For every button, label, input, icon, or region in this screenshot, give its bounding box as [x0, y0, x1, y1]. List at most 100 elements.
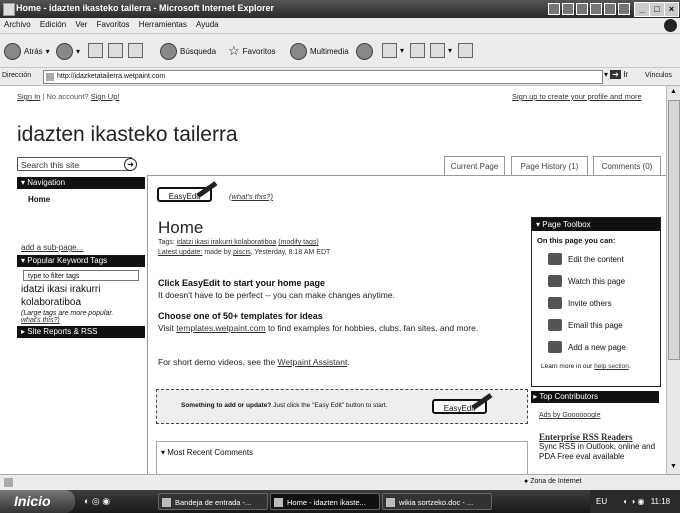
discuss-button[interactable] [458, 43, 473, 58]
forward-arrow-icon [56, 43, 73, 60]
site-reports-header[interactable]: ▸ Site Reports & RSS [17, 326, 145, 338]
menu-ver[interactable]: Ver [75, 20, 87, 29]
refresh-button[interactable] [108, 43, 123, 58]
create-profile-link[interactable]: Sign up to create your profile and more [512, 92, 642, 101]
templates-link[interactable]: templates.wetpaint.com [176, 323, 265, 333]
menu-ayuda[interactable]: Ayuda [196, 20, 219, 29]
tab-page-history[interactable]: Page History (1) [511, 156, 588, 176]
sidebar-item-home[interactable]: Home [17, 189, 145, 215]
address-input[interactable]: http://idazketatailerra.wetpaint.com [43, 70, 603, 84]
menu-favoritos[interactable]: Favoritos [97, 20, 130, 29]
links-button[interactable]: Vínculos [645, 72, 672, 79]
security-zone: ● Zona de Internet [524, 478, 582, 485]
navigation-header[interactable]: ▾ Navigation [17, 177, 145, 189]
edit-content-item[interactable]: Edit the content [532, 248, 660, 270]
title-bar: Home - idazten ikasteko tailerra - Micro… [0, 0, 680, 18]
intro-heading: Click EasyEdit to start your home page [158, 278, 326, 288]
home-button[interactable] [128, 43, 143, 58]
tab-current-page[interactable]: Current Page [444, 156, 505, 176]
system-tray: EU ◐ ◑ ◉ 11:18 [590, 490, 680, 513]
multimedia-icon [290, 43, 307, 60]
task-word-doc[interactable]: wikia sortzeko.doc - ... [382, 493, 492, 510]
whats-this-link[interactable]: (what's this?) [229, 192, 273, 201]
toolbar-icon[interactable] [548, 3, 560, 15]
watch-page-item[interactable]: Watch this page [532, 270, 660, 292]
browser-toolbar: Atrás ▾ ▾ Búsqueda ☆ Favoritos Multimedia … [0, 34, 680, 68]
vertical-scrollbar[interactable]: ▲ ▼ [666, 86, 680, 474]
modify-tags-link[interactable]: (modify tags) [278, 239, 318, 246]
no-account-text: | No account? [42, 92, 89, 101]
multimedia-button[interactable]: Multimedia [290, 43, 349, 60]
maximize-button[interactable]: □ [649, 2, 665, 17]
menu-herramientas[interactable]: Herramientas [139, 20, 187, 29]
stop-button[interactable] [88, 43, 103, 58]
toolbar-icon[interactable] [576, 3, 588, 15]
callout-text: Something to add or update? Just click t… [181, 402, 388, 409]
ads-by-link[interactable]: Ads by Goooooogle [539, 412, 601, 419]
learn-more: Learn more in our help section. [541, 363, 631, 370]
invite-others-item[interactable]: Invite others [532, 292, 660, 314]
recent-comments-panel: ▾ Most Recent Comments [156, 441, 528, 474]
search-icon [160, 43, 177, 60]
top-contributors-header[interactable]: ▸ Top Contributors [531, 391, 659, 403]
word-icon [386, 498, 395, 507]
go-button[interactable]: ▾ ➔ Ir [604, 70, 628, 79]
clock: 11:18 [650, 497, 671, 506]
back-button[interactable]: Atrás ▾ [4, 43, 50, 60]
task-inbox[interactable]: Bandeja de entrada -... [158, 493, 268, 510]
page-tags: Tags: idatzi ikasi irakurri kolaboratibo… [158, 239, 319, 246]
start-button[interactable]: Inicio [0, 490, 75, 513]
task-browser[interactable]: Home - idazten ikaste... [270, 493, 380, 510]
help-section-link[interactable]: help section [594, 363, 629, 370]
minimize-button[interactable]: _ [634, 2, 650, 17]
globe-icon: ● [524, 478, 529, 485]
tab-comments[interactable]: Comments (0) [593, 156, 661, 176]
favorites-button[interactable]: ☆ Favoritos [228, 43, 276, 59]
edit-icon [430, 43, 445, 58]
tag-links[interactable]: idatzi ikasi irakurri kolaboratiboa [177, 239, 277, 246]
add-sub-page-link[interactable]: add a sub-page... [17, 215, 145, 252]
edit-button[interactable]: ▾ [430, 43, 452, 58]
sign-in-link[interactable]: Sign In [17, 92, 40, 101]
toolbar-icon[interactable] [604, 3, 616, 15]
scroll-thumb[interactable] [668, 100, 680, 360]
outlook-icon [162, 498, 171, 507]
site-search-input[interactable]: Search this site [17, 157, 132, 171]
sign-up-link[interactable]: Sign Up! [91, 92, 120, 101]
window-title: Home - idazten ikasteko tailerra - Micro… [16, 3, 275, 13]
ie-app-icon [3, 3, 15, 16]
toolbar-icon[interactable] [618, 3, 630, 15]
tag-filter-input[interactable]: type to filter tags [23, 270, 139, 281]
search-button[interactable]: Búsqueda [160, 43, 216, 60]
toolbox-header[interactable]: ▾ Page Toolbox [532, 218, 660, 231]
add-page-item[interactable]: Add a new page [532, 336, 660, 358]
scroll-down-icon[interactable]: ▼ [669, 463, 678, 472]
print-button[interactable] [410, 43, 425, 58]
wetpaint-assistant-link[interactable]: Wetpaint Assistant [278, 357, 348, 367]
email-page-item[interactable]: Email this page [532, 314, 660, 336]
close-button[interactable]: × [664, 2, 679, 17]
history-button[interactable] [356, 43, 373, 60]
web-page: Sign In | No account? Sign Up! Sign up t… [0, 86, 666, 474]
language-indicator[interactable]: EU [596, 497, 607, 506]
tags-whats-this-link[interactable]: what's this?) [21, 317, 60, 324]
quick-launch-icons[interactable]: ◐ ◎ ◉ [84, 496, 110, 507]
ad-title[interactable]: Enterprise RSS Readers [539, 432, 661, 442]
mail-button[interactable]: ▾ [382, 43, 404, 58]
search-go-icon[interactable]: ➜ [124, 158, 137, 171]
toolbar-icon[interactable] [562, 3, 574, 15]
latest-update-link[interactable]: Latest update: [158, 249, 202, 256]
forward-button[interactable]: ▾ [56, 43, 80, 60]
keyword-tags-header[interactable]: ▾ Popular Keyword Tags [17, 255, 145, 267]
menu-archivo[interactable]: Archivo [4, 20, 31, 29]
add-page-icon [548, 341, 562, 353]
toolbar-icon[interactable] [590, 3, 602, 15]
tray-icons[interactable]: ◐ ◑ ◉ [623, 497, 644, 506]
scroll-up-icon[interactable]: ▲ [669, 88, 678, 97]
page-title: Home [158, 218, 204, 237]
menu-edicion[interactable]: Edición [40, 20, 66, 29]
recent-comments-header[interactable]: ▾ Most Recent Comments [161, 448, 253, 457]
keyword-tag-cloud[interactable]: idatzi ikasi irakurri kolaboratiboa [17, 281, 136, 309]
discuss-icon [458, 43, 473, 58]
author-link[interactable]: piscis [233, 249, 251, 256]
